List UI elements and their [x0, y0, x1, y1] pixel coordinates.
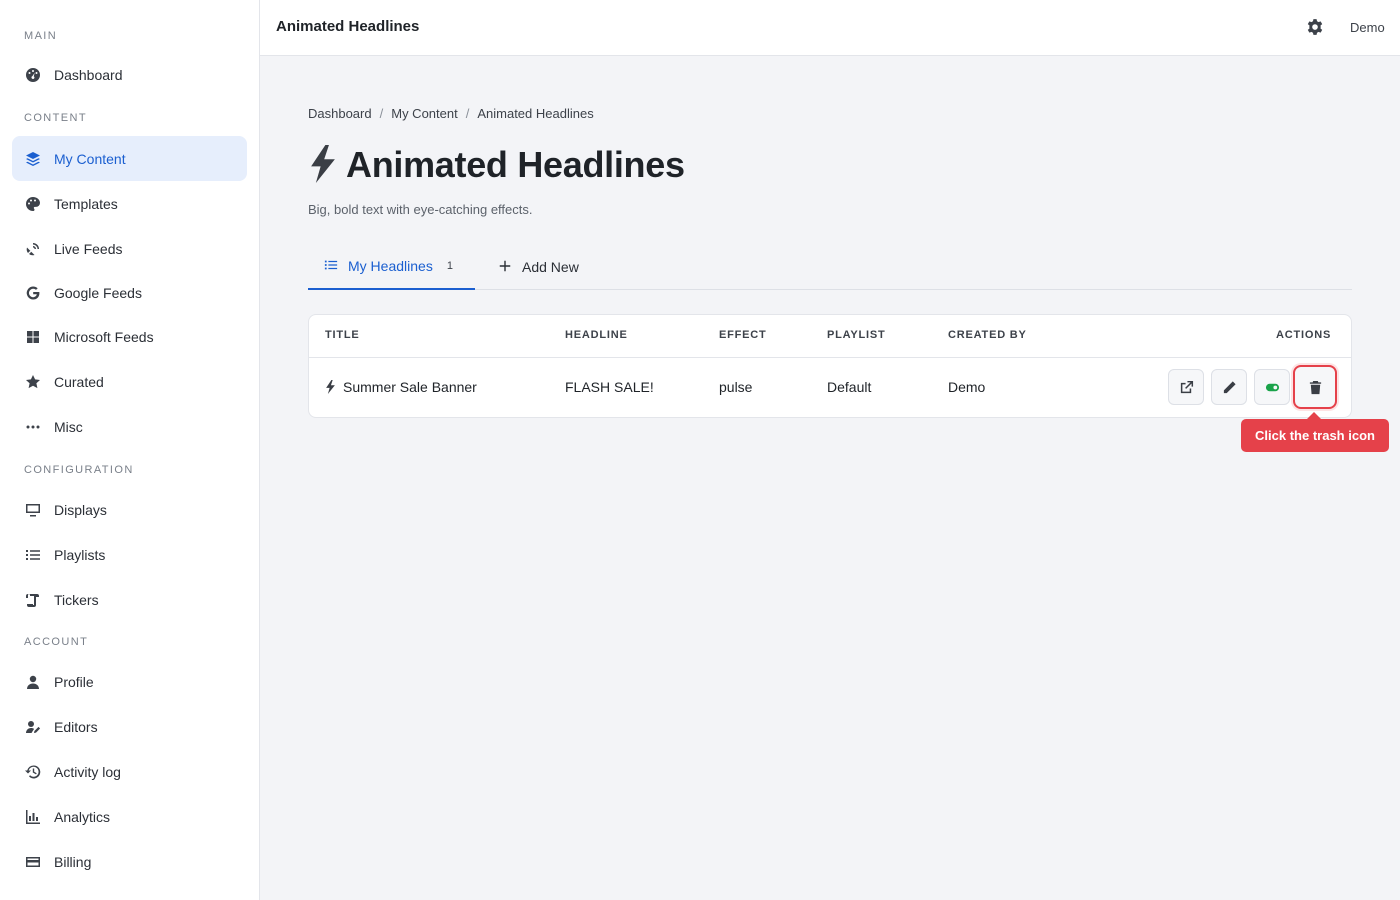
- instruction-tooltip: Click the trash icon: [1241, 412, 1389, 452]
- palette-icon: [24, 195, 42, 213]
- google-icon: [24, 284, 42, 302]
- cell-effect: pulse: [719, 379, 753, 395]
- history-icon: [24, 763, 42, 781]
- sidebar-item-profile[interactable]: Profile: [12, 659, 247, 704]
- column-header-actions: ACTIONS: [1276, 329, 1332, 341]
- plus-icon: [498, 259, 514, 275]
- user-edit-icon: [24, 718, 42, 736]
- edit-button[interactable]: [1211, 369, 1247, 405]
- breadcrumb-separator: /: [465, 106, 470, 121]
- sidebar-item-label: My Content: [54, 150, 126, 167]
- tab-my-headlines[interactable]: My Headlines 1: [308, 244, 475, 290]
- sidebar-item-label: Playlists: [54, 546, 106, 563]
- column-header-title: TITLE: [325, 329, 360, 341]
- breadcrumb-item-dashboard[interactable]: Dashboard: [308, 106, 372, 121]
- sidebar-item-editors[interactable]: Editors: [12, 704, 247, 749]
- column-header-headline: HEADLINE: [565, 329, 628, 341]
- sidebar-item-tickers[interactable]: Tickers: [12, 577, 247, 622]
- pencil-icon: [1222, 380, 1237, 395]
- windows-icon: [24, 328, 42, 346]
- section-label-main: MAIN: [24, 30, 58, 42]
- gear-icon[interactable]: [1306, 18, 1326, 38]
- section-label-content: CONTENT: [24, 112, 87, 124]
- sidebar-item-label: Dashboard: [54, 66, 123, 83]
- tabs: My Headlines 1 Add New: [308, 244, 1352, 290]
- page-subtitle: Big, bold text with eye-catching effects…: [308, 202, 533, 217]
- sidebar-item-label: Editors: [54, 718, 98, 735]
- dashboard-icon: [24, 66, 42, 84]
- cell-title: Summer Sale Banner: [325, 379, 477, 395]
- sidebar: MAIN Dashboard CONTENT My Content Templa…: [0, 0, 260, 900]
- user-icon: [24, 673, 42, 691]
- delete-button[interactable]: [1293, 365, 1337, 409]
- sidebar-item-displays[interactable]: Displays: [12, 487, 247, 532]
- breadcrumb-separator: /: [379, 106, 384, 121]
- headlines-table: TITLE HEADLINE EFFECT PLAYLIST CREATED B…: [308, 314, 1352, 418]
- ellipsis-icon: [24, 418, 42, 436]
- sidebar-item-label: Live Feeds: [54, 240, 123, 257]
- sidebar-item-label: Google Feeds: [54, 284, 142, 301]
- credit-card-icon: [24, 853, 42, 871]
- tab-add-new[interactable]: Add New: [498, 244, 579, 290]
- sidebar-item-label: Billing: [54, 853, 92, 870]
- breadcrumb-item-my-content[interactable]: My Content: [391, 106, 457, 121]
- tab-label: Add New: [522, 259, 579, 275]
- sidebar-item-label: Microsoft Feeds: [54, 328, 154, 345]
- sidebar-item-misc[interactable]: Misc: [12, 404, 247, 449]
- cell-headline: FLASH SALE!: [565, 379, 654, 395]
- breadcrumb: Dashboard / My Content / Animated Headli…: [308, 106, 594, 121]
- sidebar-item-label: Displays: [54, 501, 107, 518]
- cell-created-by: Demo: [948, 379, 986, 395]
- list-icon: [324, 258, 340, 274]
- column-header-effect: EFFECT: [719, 329, 767, 341]
- sidebar-item-label: Activity log: [54, 763, 121, 780]
- column-header-playlist: PLAYLIST: [827, 329, 886, 341]
- bolt-icon: [325, 380, 337, 394]
- topbar: Animated Headlines Demo: [260, 0, 1400, 56]
- user-menu[interactable]: Demo: [1350, 20, 1385, 35]
- sidebar-item-live-feeds[interactable]: Live Feeds: [12, 226, 247, 271]
- sidebar-item-analytics[interactable]: Analytics: [12, 794, 247, 839]
- page-title: Animated Headlines: [346, 144, 685, 185]
- sidebar-item-label: Curated: [54, 373, 104, 390]
- column-header-created-by: CREATED BY: [948, 329, 1027, 341]
- sidebar-item-label: Templates: [54, 195, 118, 212]
- bolt-icon: [308, 145, 338, 185]
- sidebar-item-my-content[interactable]: My Content: [12, 136, 247, 181]
- sidebar-item-billing[interactable]: Billing: [12, 839, 247, 884]
- satellite-dish-icon: [24, 240, 42, 258]
- tab-label: My Headlines: [348, 258, 433, 274]
- monitor-icon: [24, 501, 42, 519]
- breadcrumb-item-current: Animated Headlines: [477, 106, 594, 121]
- toggle-active-button[interactable]: [1254, 369, 1290, 405]
- sidebar-item-microsoft-feeds[interactable]: Microsoft Feeds: [12, 314, 247, 359]
- sidebar-item-dashboard[interactable]: Dashboard: [12, 52, 247, 97]
- sidebar-item-label: Tickers: [54, 591, 99, 608]
- topbar-title: Animated Headlines: [276, 18, 420, 35]
- cell-playlist: Default: [827, 379, 872, 395]
- list-icon: [24, 546, 42, 564]
- sidebar-item-label: Misc: [54, 418, 83, 435]
- sidebar-item-activity-log[interactable]: Activity log: [12, 749, 247, 794]
- sidebar-item-label: Analytics: [54, 808, 111, 825]
- page-header: Animated Headlines: [308, 144, 685, 186]
- tab-count-badge: 1: [446, 260, 453, 272]
- sidebar-item-playlists[interactable]: Playlists: [12, 532, 247, 577]
- sidebar-item-curated[interactable]: Curated: [12, 359, 247, 404]
- scroll-icon: [24, 591, 42, 609]
- section-label-configuration: CONFIGURATION: [24, 464, 134, 476]
- open-external-button[interactable]: [1168, 369, 1204, 405]
- layers-icon: [24, 150, 42, 168]
- toggle-on-icon: [1265, 380, 1280, 395]
- header-divider: [309, 357, 1351, 358]
- section-label-account: ACCOUNT: [24, 636, 89, 648]
- sidebar-item-google-feeds[interactable]: Google Feeds: [12, 270, 247, 315]
- cell-title-text: Summer Sale Banner: [343, 379, 477, 395]
- sidebar-item-templates[interactable]: Templates: [12, 181, 247, 226]
- star-icon: [24, 373, 42, 391]
- external-link-icon: [1179, 380, 1194, 395]
- sidebar-item-label: Profile: [54, 673, 94, 690]
- trash-icon: [1308, 380, 1323, 395]
- chart-icon: [24, 808, 42, 826]
